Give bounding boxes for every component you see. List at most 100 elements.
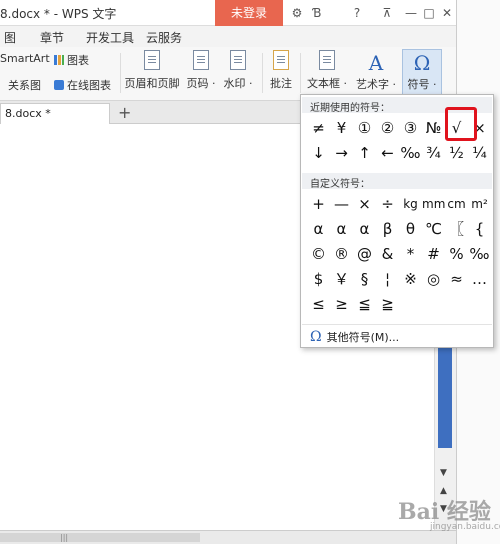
relation-chart-button[interactable]: 关系图 xyxy=(8,77,41,93)
more-symbols-label: 其他符号(M)... xyxy=(326,331,400,344)
custom-symbol-cell[interactable]: ≥ xyxy=(330,293,353,316)
header-footer-icon xyxy=(144,50,160,70)
scroll-down-icon[interactable]: ▼ xyxy=(440,468,447,478)
recent-symbol-cell[interactable]: ↑ xyxy=(353,142,376,165)
custom-symbol-cell[interactable]: ≈ xyxy=(445,268,468,291)
comment-button[interactable]: 批注 xyxy=(266,50,296,91)
omega-icon: Ω xyxy=(310,329,322,345)
custom-symbol-cell[interactable]: ℃ xyxy=(422,218,445,241)
custom-symbol-cell[interactable]: 〖 xyxy=(445,218,468,241)
custom-symbol-cell[interactable]: ¦ xyxy=(376,268,399,291)
new-tab-button[interactable]: + xyxy=(118,103,131,122)
custom-symbol-cell[interactable]: ® xyxy=(330,243,353,266)
custom-symbol-cell[interactable]: cm xyxy=(445,193,468,216)
gear-icon[interactable]: ⚙ xyxy=(288,5,306,21)
theme-icon[interactable]: Ɓ xyxy=(308,5,326,21)
custom-symbol-cell[interactable]: © xyxy=(307,243,330,266)
custom-symbol-cell[interactable]: & xyxy=(376,243,399,266)
login-button[interactable]: 未登录 xyxy=(215,0,283,26)
custom-symbol-cell[interactable]: # xyxy=(422,243,445,266)
recent-symbol-cell[interactable]: ③ xyxy=(399,117,422,140)
custom-symbol-cell[interactable]: ￥ xyxy=(330,268,353,291)
horizontal-scrollbar[interactable]: ||| xyxy=(0,530,456,544)
menu-item-cloud[interactable]: 云服务 xyxy=(146,29,182,46)
wordart-button[interactable]: A 艺术字 · xyxy=(354,50,398,92)
ribbon-divider xyxy=(120,53,121,93)
online-chart-button[interactable]: 在线图表 xyxy=(54,77,111,93)
textbox-button[interactable]: 文本框 · xyxy=(306,50,348,91)
page-number-label: 页码 · xyxy=(186,77,216,90)
recent-symbol-cell[interactable]: ← xyxy=(376,142,399,165)
symbol-label: 符号 · xyxy=(407,78,437,91)
custom-symbol-cell[interactable]: β xyxy=(376,218,399,241)
custom-symbol-cell[interactable]: α xyxy=(307,218,330,241)
custom-symbol-cell[interactable]: θ xyxy=(399,218,422,241)
custom-symbol-cell[interactable]: § xyxy=(353,268,376,291)
custom-symbol-cell[interactable]: ≤ xyxy=(307,293,330,316)
close-icon[interactable]: ✕ xyxy=(438,5,456,21)
menu-item-chapter[interactable]: 章节 xyxy=(40,29,64,46)
symbol-dropdown: 近期使用的符号： ≠ ¥ ① ② ③ № √ × ↓ → ↑ ← ‰ ¾ ½ ¼ 自定义符号： + — × ÷ kg m… xyxy=(300,94,494,348)
minimize-icon[interactable]: — xyxy=(402,5,420,21)
chart-button[interactable]: 图表 xyxy=(54,52,89,68)
scrollbar-thumb[interactable] xyxy=(438,348,452,448)
menu-item-developer[interactable]: 开发工具 xyxy=(86,29,134,46)
recent-symbol-cell[interactable]: ‰ xyxy=(399,142,422,165)
recent-symbol-cell[interactable]: ① xyxy=(353,117,376,140)
smartart-button[interactable]: SmartArt xyxy=(0,52,50,65)
custom-symbol-cell[interactable]: kg xyxy=(399,193,422,216)
online-chart-icon xyxy=(54,80,64,90)
recent-symbol-cell[interactable]: ↓ xyxy=(307,142,330,165)
custom-symbol-cell[interactable]: ※ xyxy=(399,268,422,291)
watermark-icon xyxy=(230,50,246,70)
custom-symbol-cell[interactable]: { xyxy=(468,218,491,241)
comment-icon xyxy=(273,50,289,70)
custom-symbol-cell[interactable]: ≦ xyxy=(353,293,376,316)
custom-symbol-cell[interactable]: % xyxy=(445,243,468,266)
horizontal-scrollbar-thumb[interactable] xyxy=(0,533,200,542)
custom-symbol-cell[interactable]: + xyxy=(307,193,330,216)
document-tab[interactable]: 8.docx * xyxy=(0,103,110,124)
custom-symbol-cell[interactable]: mm xyxy=(422,193,445,216)
custom-symbols-header: 自定义符号： xyxy=(302,173,492,190)
page-number-button[interactable]: 页码 · xyxy=(184,50,218,91)
more-symbols-button[interactable]: Ω 其他符号(M)... xyxy=(302,324,492,346)
custom-symbol-cell[interactable]: × xyxy=(353,193,376,216)
custom-symbol-cell[interactable]: α xyxy=(353,218,376,241)
watermark-button[interactable]: 水印 · xyxy=(220,50,256,91)
pin-icon[interactable]: ⊼ xyxy=(378,5,396,21)
ribbon-divider xyxy=(262,53,263,93)
custom-symbol-cell[interactable]: @ xyxy=(353,243,376,266)
menu-item[interactable]: 图 xyxy=(4,29,16,46)
custom-symbol-cell[interactable]: — xyxy=(330,193,353,216)
page-number-icon xyxy=(193,50,209,70)
recent-symbol-cell[interactable]: № xyxy=(422,117,445,140)
header-footer-label: 页眉和页脚 xyxy=(124,77,180,90)
custom-symbol-cell[interactable]: α xyxy=(330,218,353,241)
custom-symbol-cell[interactable]: ‰ xyxy=(468,243,491,266)
recent-symbol-cell[interactable]: ¼ xyxy=(468,142,491,165)
chart-icon xyxy=(54,55,64,65)
symbol-button[interactable]: Ω 符号 · xyxy=(402,49,442,97)
watermark-label: 水印 · xyxy=(223,77,253,90)
recent-symbol-cell[interactable]: ② xyxy=(376,117,399,140)
maximize-icon[interactable]: □ xyxy=(420,5,438,21)
custom-symbol-cell[interactable]: ◎ xyxy=(422,268,445,291)
recent-symbol-cell[interactable]: ½ xyxy=(445,142,468,165)
wordart-label: 艺术字 · xyxy=(356,78,396,91)
recent-symbol-cell[interactable]: → xyxy=(330,142,353,165)
recent-symbol-cell[interactable]: ¥ xyxy=(330,117,353,140)
custom-symbol-cell[interactable]: m² xyxy=(468,193,491,216)
custom-symbol-cell[interactable]: * xyxy=(399,243,422,266)
help-icon[interactable]: ? xyxy=(348,5,366,21)
custom-symbol-cell[interactable]: ÷ xyxy=(376,193,399,216)
custom-symbol-cell[interactable]: … xyxy=(468,268,491,291)
menu-bar: 图 章节 开发工具 云服务 xyxy=(0,26,456,47)
ribbon-divider xyxy=(300,53,301,93)
custom-symbol-cell[interactable]: ≧ xyxy=(376,293,399,316)
watermark-url: jingyan.baidu.com xyxy=(430,522,500,532)
recent-symbol-cell[interactable]: ¾ xyxy=(422,142,445,165)
custom-symbol-cell[interactable]: $ xyxy=(307,268,330,291)
header-footer-button[interactable]: 页眉和页脚 xyxy=(124,50,180,91)
recent-symbol-cell[interactable]: ≠ xyxy=(307,117,330,140)
